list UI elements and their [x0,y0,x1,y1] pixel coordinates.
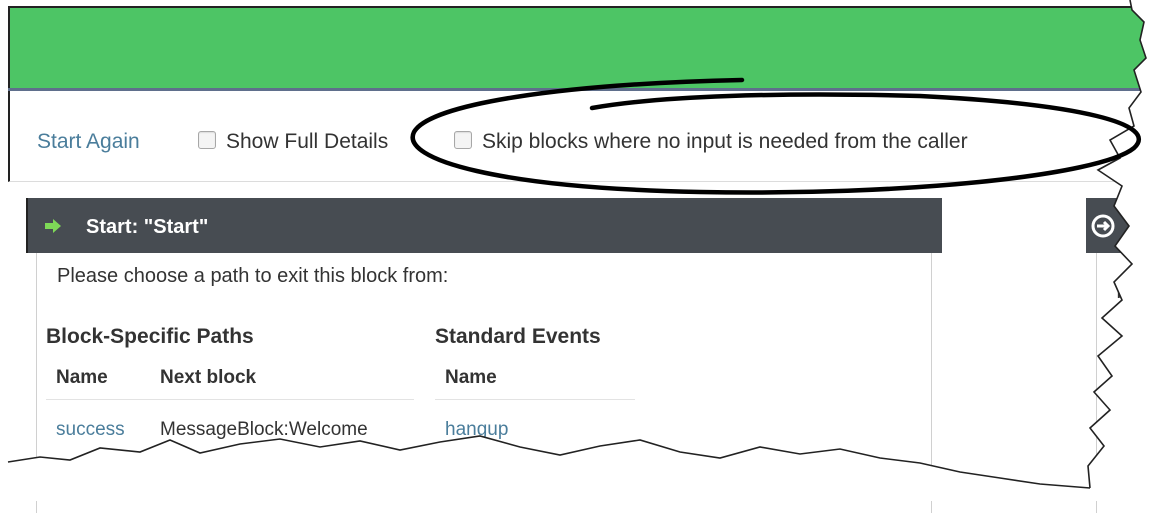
start-again-link[interactable]: Start Again [37,131,140,153]
arrow-right-icon [45,219,61,233]
skip-blocks-label: Skip blocks where no input is needed fro… [482,130,968,153]
side-panel-body: Is F V [1096,253,1152,513]
show-full-details-checkbox[interactable] [198,131,216,149]
path-name-success-link[interactable]: success [56,419,125,441]
circle-arrow-icon [1091,214,1115,238]
side-panel-text-2: V [1116,337,1130,359]
block-specific-paths-title: Block-Specific Paths [46,325,254,348]
side-panel-text: Is F [1116,281,1150,303]
block-panel-body: Please choose a path to exit this block … [36,253,932,513]
block-panel-header: Start: "Start" [26,198,942,253]
standard-events-title: Standard Events [435,325,601,348]
column-header-name: Name [56,367,108,388]
table-row-divider [46,399,414,400]
show-full-details-option[interactable]: Show Full Details [198,131,408,153]
toolbar: Start Again Show Full Details Skip block… [8,91,1152,182]
event-hangup-link[interactable]: hangup [445,419,508,441]
app-header-bar [8,6,1152,92]
show-full-details-label: Show Full Details [226,131,389,153]
exit-path-prompt: Please choose a path to exit this block … [57,265,449,287]
skip-blocks-checkbox[interactable] [454,131,472,149]
block-panel-title: Start: "Start" [86,216,209,238]
column-header-name: Name [445,367,497,388]
table-row-divider [435,399,635,400]
column-header-next-block: Next block [160,367,257,388]
next-block-value: MessageBlock:Welcome [160,419,368,440]
skip-blocks-option[interactable]: Skip blocks where no input is needed fro… [454,131,968,153]
side-panel-header [1086,198,1152,253]
